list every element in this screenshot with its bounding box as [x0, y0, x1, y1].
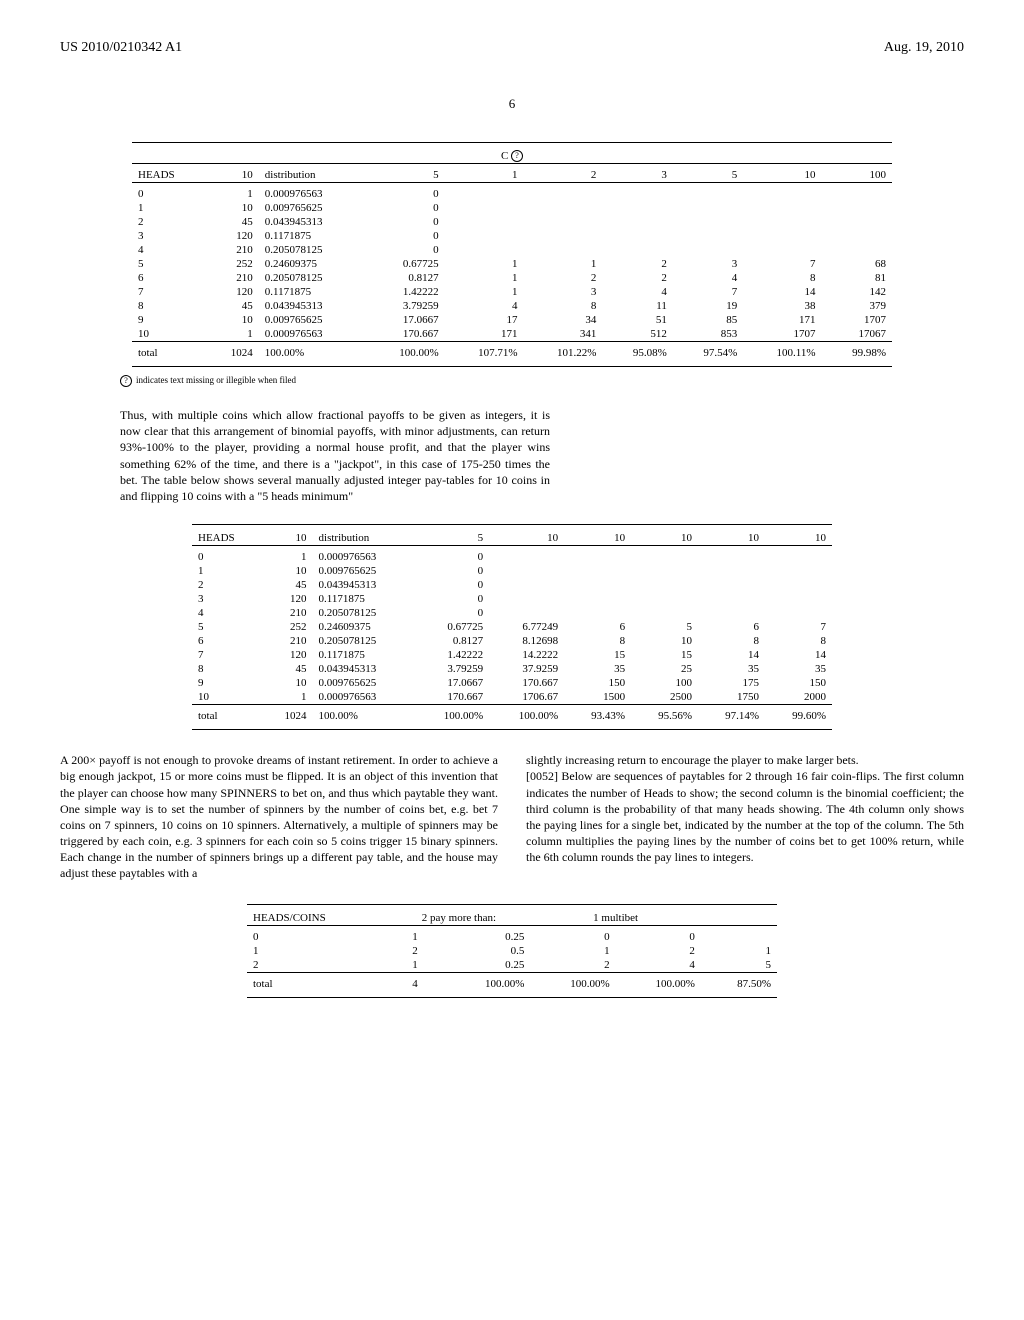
table2-total-row: total 1024 100.00% 100.00% 100.00% 93.43… [192, 709, 832, 723]
table3-header-row: HEADS/COINS 2 pay more than: 1 multibet [247, 911, 777, 926]
table-row: 2450.0439453130 [192, 578, 832, 592]
table-row: 52520.246093750.677251123768 [132, 257, 892, 271]
table-row: 9100.00976562517.0667173451851711707 [132, 313, 892, 327]
table-row: 62100.2050781250.81271224881 [132, 271, 892, 285]
table1-title: C ? [132, 149, 892, 164]
table-row: 0 1 0.25 0 0 [247, 930, 777, 944]
illegible-icon: ? [511, 150, 523, 162]
table-2: HEADS 10 distribution 5 10 10 10 10 10 0… [192, 524, 832, 730]
left-column: A 200× payoff is not enough to provoke d… [60, 752, 498, 882]
table-row: 2450.0439453130 [132, 215, 892, 229]
table-row: 1100.0097656250 [132, 201, 892, 215]
paragraph-0052: [0052] Below are sequences of paytables … [526, 769, 964, 864]
table1-total-row: total 1024 100.00% 100.00% 107.71% 101.2… [132, 346, 892, 360]
table-row: 71200.11718751.42222134714142 [132, 285, 892, 299]
table-row: 52520.246093750.677256.772496567 [192, 620, 832, 634]
table2-header-row: HEADS 10 distribution 5 10 10 10 10 10 [192, 531, 832, 546]
table-row: 8450.0439453133.7925937.925935253535 [192, 662, 832, 676]
table-row: 8450.0439453133.7925948111938379 [132, 299, 892, 313]
table-row: 1010.000976563170.6671713415128531707170… [132, 327, 892, 342]
table-row: 62100.2050781250.81278.1269881088 [192, 634, 832, 648]
two-column-text: A 200× payoff is not enough to provoke d… [60, 752, 964, 882]
publication-number: US 2010/0210342 A1 [60, 40, 182, 56]
table-row: 71200.11718751.4222214.222215151414 [192, 648, 832, 662]
table-row: 1 2 0.5 1 2 1 [247, 944, 777, 958]
right-column: slightly increasing return to encourage … [526, 752, 964, 882]
table-row: 1010.000976563170.6671706.67150025001750… [192, 690, 832, 705]
page-header: US 2010/0210342 A1 Aug. 19, 2010 [60, 40, 964, 56]
table-3: HEADS/COINS 2 pay more than: 1 multibet … [247, 904, 777, 998]
table1-footnote: ?indicates text missing or illegible whe… [120, 375, 964, 387]
table-1: C ? HEADS 10 distribution 5 1 2 3 5 10 1… [132, 142, 892, 367]
table-row: 010.0009765630 [192, 550, 832, 564]
publication-date: Aug. 19, 2010 [884, 40, 964, 56]
table-row: 010.0009765630 [132, 187, 892, 201]
table-row: 9100.00976562517.0667170.667150100175150 [192, 676, 832, 690]
table1-header-row: HEADS 10 distribution 5 1 2 3 5 10 100 [132, 168, 892, 183]
paragraph-1: Thus, with multiple coins which allow fr… [120, 407, 550, 504]
table-row: 2 1 0.25 2 4 5 [247, 958, 777, 973]
table-row: 31200.11718750 [192, 592, 832, 606]
table3-total-row: total 4 100.00% 100.00% 100.00% 87.50% [247, 977, 777, 991]
table-row: 42100.2050781250 [192, 606, 832, 620]
table-row: 42100.2050781250 [132, 243, 892, 257]
table-row: 31200.11718750 [132, 229, 892, 243]
page-number: 6 [60, 96, 964, 112]
table-row: 1100.0097656250 [192, 564, 832, 578]
illegible-icon: ? [120, 375, 132, 387]
